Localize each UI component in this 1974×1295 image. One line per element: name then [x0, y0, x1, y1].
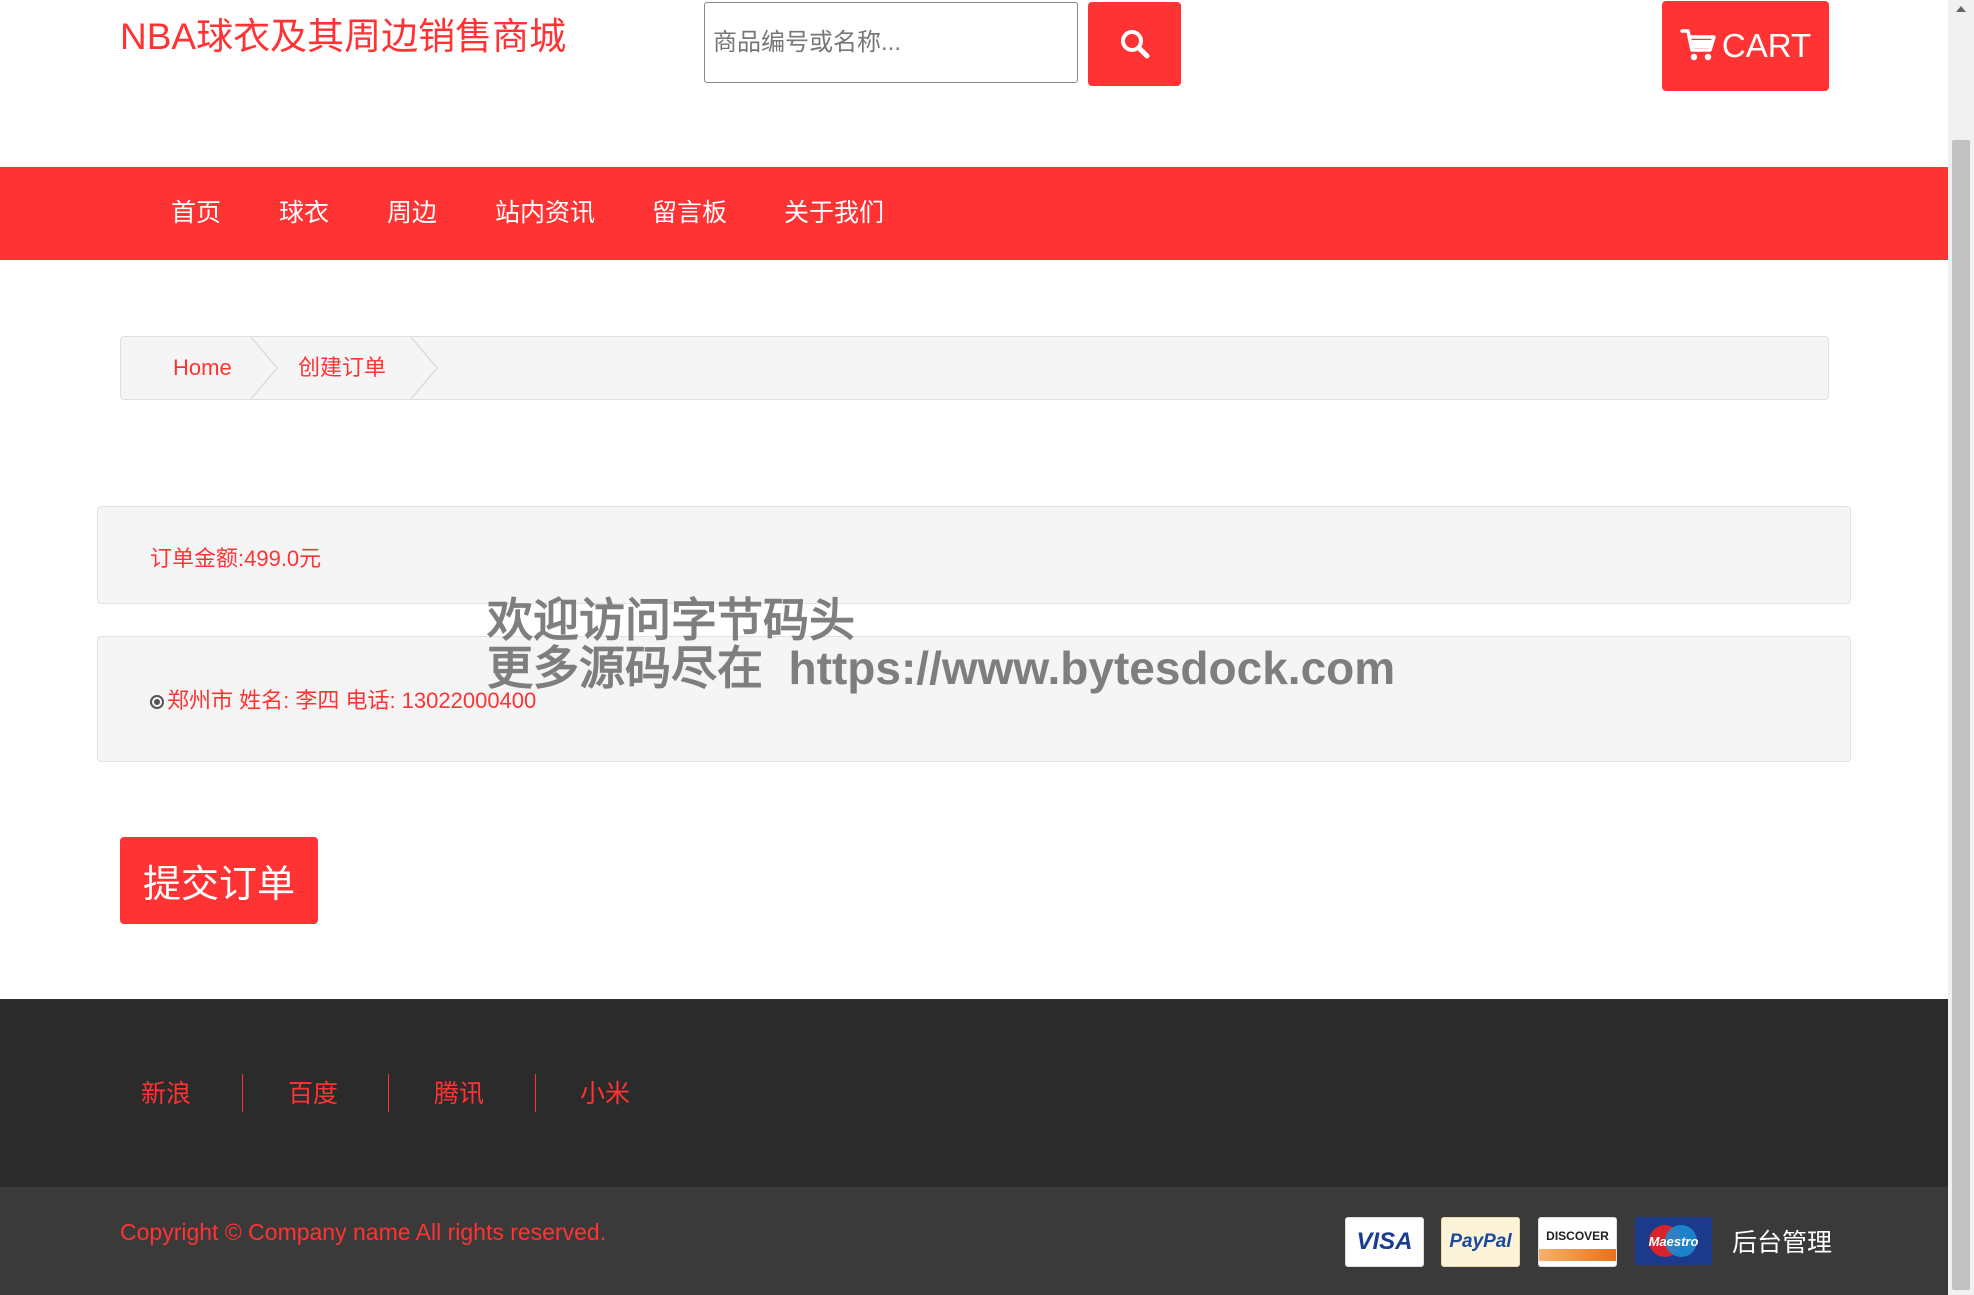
cart-label: CART [1721, 27, 1812, 64]
scrollbar-thumb[interactable] [1952, 140, 1970, 1290]
footer-link-tencent[interactable]: 腾讯 [434, 1074, 484, 1110]
footer-bottom-bar: Copyright © Company name All rights rese… [0, 1187, 1948, 1295]
footer-links-bar: 新浪 百度 腾讯 小米 [0, 999, 1948, 1187]
search-input[interactable] [704, 2, 1078, 83]
cart-button[interactable]: CART [1662, 1, 1829, 91]
paypal-card-icon: PayPal [1441, 1217, 1520, 1267]
copyright-text: Copyright © Company name All rights rese… [120, 1219, 607, 1245]
breadcrumb-separator-icon [250, 337, 278, 399]
nav-item-merch[interactable]: 周边 [387, 167, 437, 260]
search-button[interactable] [1088, 2, 1181, 86]
breadcrumb-create-order[interactable]: 创建订单 [298, 337, 386, 399]
submit-order-button[interactable]: 提交订单 [120, 837, 318, 924]
maestro-card-icon: Maestro [1635, 1217, 1712, 1265]
nav-item-news[interactable]: 站内资讯 [495, 167, 595, 260]
footer-link-sina[interactable]: 新浪 [141, 1074, 191, 1110]
visa-card-icon: VISA [1345, 1217, 1424, 1267]
search-icon [1120, 30, 1149, 59]
discover-card-icon: DISCOVER [1538, 1217, 1617, 1267]
address-panel: 郑州市 姓名: 李四 电话: 13022000400 [97, 636, 1851, 762]
footer-divider [535, 1074, 536, 1112]
breadcrumb: Home 创建订单 [120, 336, 1829, 400]
footer-divider [388, 1074, 389, 1112]
site-brand[interactable]: NBA球衣及其周边销售商城 [120, 6, 566, 60]
nav-item-home[interactable]: 首页 [171, 167, 221, 260]
address-option[interactable]: 郑州市 姓名: 李四 电话: 13022000400 [150, 683, 536, 715]
footer-link-baidu[interactable]: 百度 [288, 1074, 338, 1110]
address-text: 郑州市 姓名: 李四 电话: 13022000400 [167, 688, 537, 713]
breadcrumb-home[interactable]: Home [173, 337, 232, 399]
scrollbar[interactable] [1948, 0, 1974, 1295]
admin-link[interactable]: 后台管理 [1732, 1223, 1832, 1259]
footer-link-xiaomi[interactable]: 小米 [580, 1074, 630, 1110]
page: NBA球衣及其周边销售商城 CART 首页 球衣 周边 站内资讯 留言板 关于我… [0, 0, 1948, 1295]
main-nav: 首页 球衣 周边 站内资讯 留言板 关于我们 [0, 167, 1948, 260]
scroll-up-arrow-icon[interactable] [1956, 6, 1966, 12]
nav-item-message-board[interactable]: 留言板 [652, 167, 727, 260]
address-radio[interactable] [150, 695, 164, 709]
order-amount: 订单金额:499.0元 [150, 546, 322, 571]
breadcrumb-separator-icon [410, 337, 438, 399]
nav-item-about[interactable]: 关于我们 [784, 167, 884, 260]
footer-divider [242, 1074, 243, 1112]
order-amount-panel: 订单金额:499.0元 [97, 506, 1851, 604]
cart-icon [1680, 28, 1718, 64]
nav-item-jerseys[interactable]: 球衣 [279, 167, 329, 260]
